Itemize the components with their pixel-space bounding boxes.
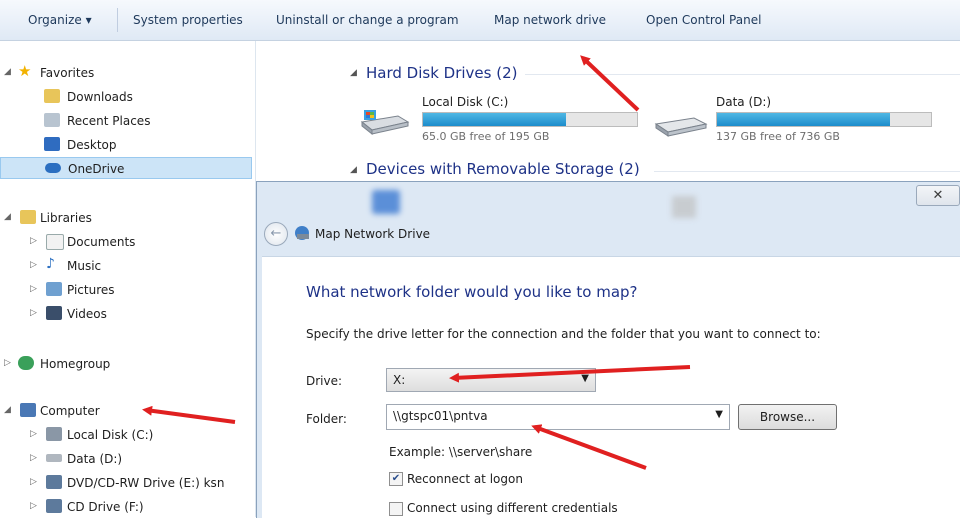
annotation-arrows [142, 55, 691, 470]
arrow-to-folder-input [531, 424, 647, 470]
arrow-to-drive-select [449, 365, 691, 383]
arrow-to-map-network-drive [580, 55, 640, 112]
arrow-to-computer [142, 405, 236, 424]
